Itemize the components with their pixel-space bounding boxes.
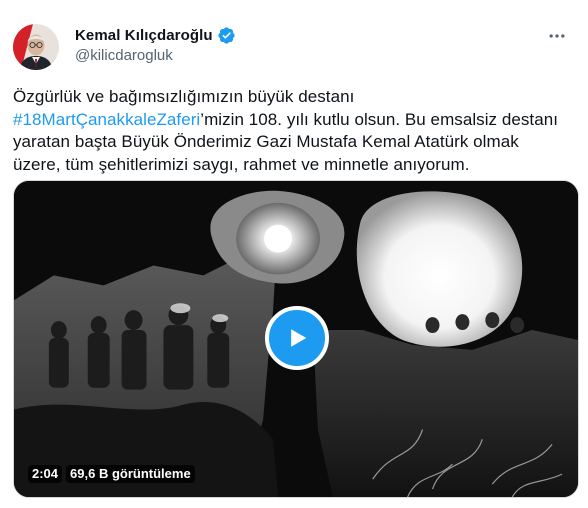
video-player[interactable]: 2:04 69,6 B görüntüleme	[13, 180, 579, 498]
video-duration: 2:04	[28, 465, 63, 483]
hashtag-link[interactable]: #18MartÇanakkaleZaferi	[13, 110, 200, 129]
tweet-text-line-2-rest: ’mizin 108. yılı kutlu olsun. Bu emsalsi…	[200, 109, 558, 129]
author-handle[interactable]: @kilicdarogluk	[75, 47, 236, 64]
tweet-text-line-2: #18MartÇanakkaleZaferi’mizin 108. yılı k…	[13, 109, 578, 132]
tweet-text-line-4: üzere, tüm şehitlerimizi saygı, rahmet v…	[13, 154, 470, 174]
tweet-text-line-1: Özgürlük ve bağımsızlığımızın büyük dest…	[13, 87, 355, 106]
more-icon[interactable]	[540, 24, 574, 48]
play-icon	[291, 329, 307, 347]
video-badges: 2:04 69,6 B görüntüleme	[28, 465, 195, 483]
avatar[interactable]	[13, 24, 59, 70]
tweet-text: Özgürlük ve bağımsızlığımızın büyük dest…	[13, 86, 578, 176]
author-name[interactable]: Kemal Kılıçdaroğlu	[75, 27, 213, 44]
tweet-text-line-3: yaratan başta Büyük Önderimiz Gazi Musta…	[13, 132, 519, 151]
author-block: Kemal Kılıçdaroğlu @kilicdarogluk	[75, 24, 236, 64]
tweet: Kemal Kılıçdaroğlu @kilicdarogluk Özgürl…	[0, 0, 588, 508]
verified-badge-icon	[217, 26, 236, 45]
play-button[interactable]	[265, 306, 329, 370]
view-count: 69,6 B görüntüleme	[66, 465, 195, 483]
